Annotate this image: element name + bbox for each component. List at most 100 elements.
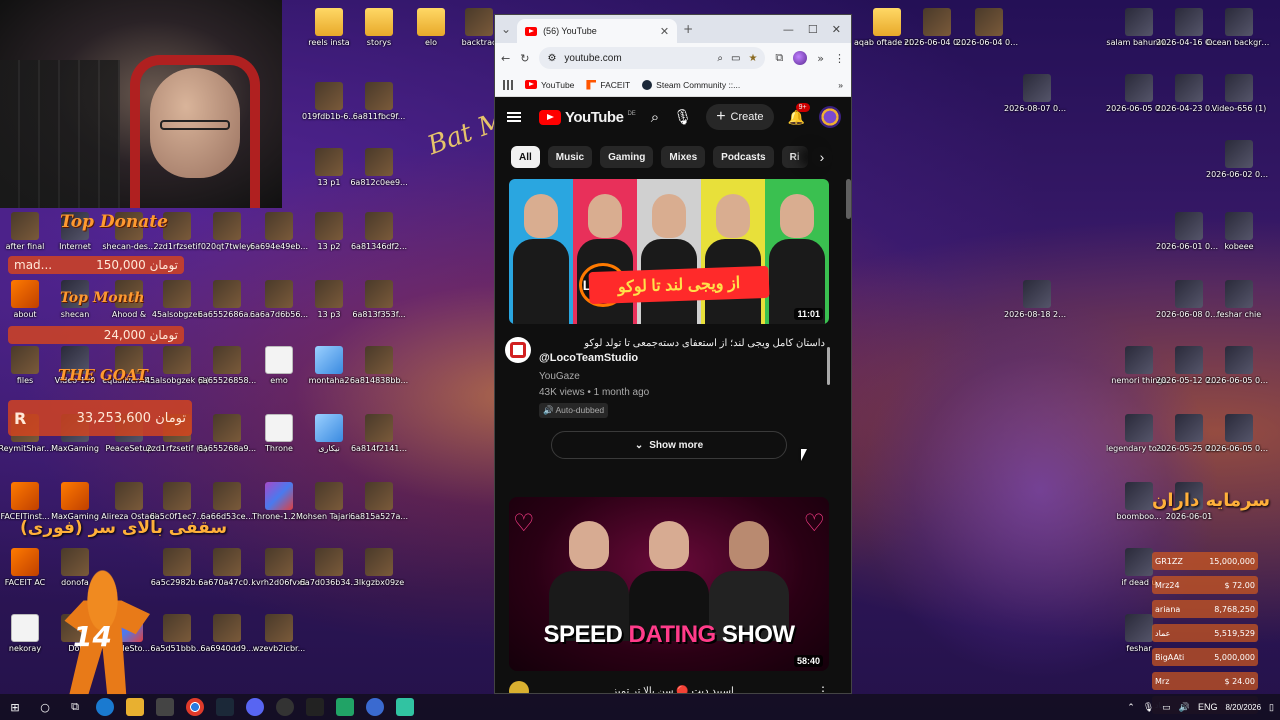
more-tabs-icon[interactable]: » [817,52,824,65]
chip-music[interactable]: Music [547,146,593,168]
channel-avatar[interactable] [509,681,529,693]
show-more-button[interactable]: ⌄ Show more [551,431,787,459]
chip-ri[interactable]: Ri [781,146,808,168]
bookmark-youtube[interactable]: YouTube [525,80,574,90]
desktop-icon[interactable]: 2026-06-05 02-22-46 [1206,414,1272,454]
desktop-icon[interactable]: kobeee [1206,212,1272,252]
page-scrollbar[interactable] [846,179,851,219]
thumb-person [637,179,701,324]
new-tab-button[interactable]: + [683,22,693,36]
cast-icon[interactable]: ▭ [731,53,740,64]
chip-gaming[interactable]: Gaming [600,146,654,168]
youtube-logo[interactable]: YouTube DE [539,109,636,126]
image-file-icon [1175,74,1203,102]
obs-icon[interactable] [276,698,294,716]
extensions-icon[interactable]: ⧉ [775,51,783,65]
discord-icon[interactable] [246,698,264,716]
reload-icon[interactable]: ↻ [520,52,529,65]
chip-mixes[interactable]: Mixes [661,146,706,168]
desktop-icon[interactable]: 2026-06-05 00-36-05 [1206,346,1272,386]
sheets-icon[interactable] [336,698,354,716]
video-title[interactable]: داستان کامل ویجی لند؛ از استعفای دسته‌جم… [539,337,825,351]
clock-date[interactable]: 8/20/2026 [1225,703,1261,712]
microphone-tray-icon[interactable]: 🎙 [1143,702,1154,713]
desktop-icon[interactable]: 3lkgzbx09ze [346,548,412,588]
steam-icon[interactable] [216,698,234,716]
tab-youtube[interactable]: (56) YouTube ✕ [517,19,678,43]
search-icon[interactable]: ○ [36,698,54,716]
auto-dubbed-badge: 🔊 Auto-dubbed [539,402,609,418]
channel-avatar[interactable] [505,337,531,363]
desktop-icon-label: 6a812c0ee9... [350,178,408,187]
chevron-right-icon[interactable]: › [811,146,833,168]
url-text[interactable]: youtube.com [564,53,709,64]
minimize-icon[interactable]: — [783,23,794,36]
tab-search-icon[interactable]: ⌄ [501,22,511,36]
desktop-icon[interactable]: 2026-08-18 21-30-22 [1004,280,1070,320]
bookmarks-overflow-icon[interactable]: » [838,80,843,90]
search-icon[interactable]: ⌕ [651,109,659,126]
image-file-icon [365,346,393,374]
chip-podcasts[interactable]: Podcasts [713,146,774,168]
desktop-icon[interactable]: 6a812c0ee9... [346,148,412,188]
bookmark-steam[interactable]: Steam Community ::... [642,79,740,90]
desktop-icon[interactable]: Ocean backgroun... [1206,8,1272,48]
zoom-icon[interactable]: ⌕ [717,53,723,64]
desktop-icon[interactable]: Video-656 (1) [1206,74,1272,114]
desktop-icon[interactable]: 2026-08-07 01-35-47 [1004,74,1070,114]
desktop-icon[interactable]: feshar chie [1206,280,1272,320]
video-title-handle[interactable]: @LocoTeamStudio [539,352,825,364]
desktop-icon[interactable]: wzevb2icbr... [246,614,312,654]
video-title[interactable]: اسپید دیت 🔴 سن بالا تر تمیز [537,686,809,694]
app-icon[interactable] [366,698,384,716]
edge-icon[interactable] [96,698,114,716]
chip-all[interactable]: All [511,146,540,168]
profile-avatar-icon[interactable] [793,51,808,65]
desktop-icon-label: 2026-06-02 00-35-51 [1206,170,1272,179]
desktop-icon[interactable]: 6a814838bb... [346,346,412,386]
desktop-icon[interactable]: 6a81346df2... [346,212,412,252]
description-scrollbar[interactable] [827,341,831,411]
close-window-icon[interactable]: ✕ [832,23,841,36]
chrome-icon[interactable] [186,698,204,716]
desktop-icon[interactable]: 2026-06-04 04-37-35 [956,8,1022,48]
bookmark-faceit[interactable]: FACEIT [586,79,630,90]
microphone-icon[interactable]: 🎙 [673,108,692,126]
desktop-icon[interactable]: 2026-06-02 00-35-51 [1206,140,1272,180]
volume-icon[interactable]: 🔊 [1179,702,1190,713]
notifications-bell-icon[interactable]: 🔔 9+ [788,102,810,126]
network-icon[interactable]: ▭ [1162,702,1171,713]
task-view-icon[interactable]: ⧉ [66,698,84,716]
account-avatar[interactable] [819,106,841,128]
streamlabs-icon[interactable] [396,698,414,716]
desktop-icon[interactable]: 6a813f353f... [346,280,412,320]
store-icon[interactable] [156,698,174,716]
bookmark-star-icon[interactable]: ★ [748,53,757,64]
video-thumbnail-2[interactable]: ♡ ♡ SPEED DATING SHOW 58:40 [509,497,829,671]
omnibox[interactable]: ⚙ youtube.com ⌕ ▭ ★ [539,47,766,69]
file-explorer-icon[interactable] [126,698,144,716]
menu-icon[interactable] [507,112,521,122]
capcut-icon[interactable] [306,698,324,716]
browser-menu-icon[interactable]: ⋮ [834,52,845,65]
capital-overlay-title: سرمایه داران [1152,490,1271,511]
desktop-icon[interactable]: 6a814f2141... [346,414,412,454]
windows-start-icon[interactable]: ⊞ [6,698,24,716]
desktop-icon[interactable]: 6a815a527a... [346,482,412,522]
faceit-icon [586,79,597,90]
create-button[interactable]: + Create [706,104,774,130]
video-duration: 58:40 [793,655,823,667]
video-thumbnail-1[interactable]: LOCO از ویجی لند تا لوکو 11:01 [509,179,829,324]
image-file-icon [213,414,241,442]
more-options-icon[interactable]: ⋮ [817,684,829,693]
show-hidden-icons-icon[interactable]: ⌃ [1127,702,1135,713]
back-arrow-icon[interactable]: ← [501,52,510,65]
desktop-icon[interactable]: 6a811fbc9f... [346,82,412,122]
notification-center-icon[interactable]: ▯ [1269,702,1274,713]
site-info-icon[interactable]: ⚙ [547,53,556,64]
close-tab-icon[interactable]: ✕ [660,25,669,38]
apps-grid-icon[interactable] [503,79,513,90]
maximize-icon[interactable]: ☐ [808,23,818,36]
channel-name[interactable]: YouGaze [539,371,825,382]
language-indicator[interactable]: ENG [1198,702,1218,712]
